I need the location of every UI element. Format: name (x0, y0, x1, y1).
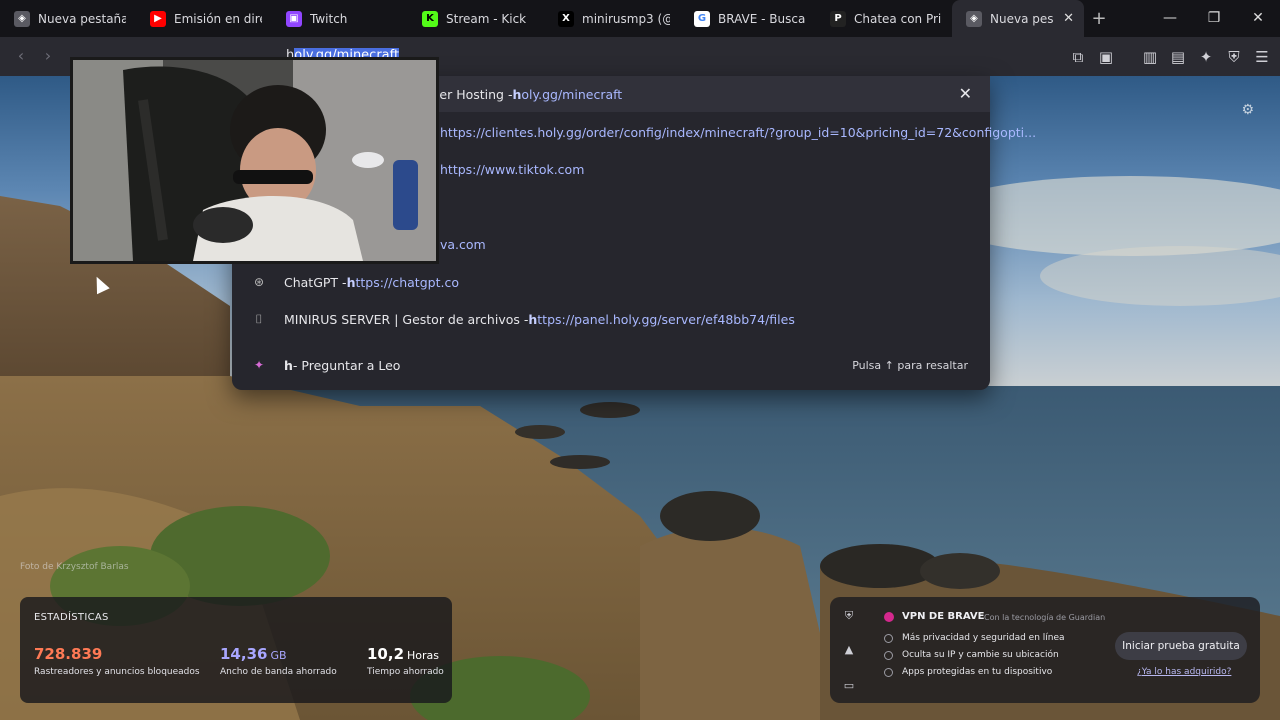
kick-icon: K (422, 10, 438, 27)
vpn-logo-icon (884, 611, 894, 622)
back-icon[interactable]: ‹ (11, 46, 31, 66)
youtube-icon: ▶ (150, 10, 166, 27)
start-trial-button[interactable]: Iniciar prueba gratuita (1115, 632, 1247, 660)
stat-bandwidth: 14,36 GB Ancho de banda ahorrado (220, 645, 337, 677)
tab-label: Twitch (310, 11, 348, 26)
twitch-icon: ▣ (286, 10, 302, 27)
stat-time-unit: Horas (407, 649, 440, 662)
tab-label: BRAVE - Buscar co (718, 11, 806, 26)
suggestion-url: https://www.tiktok.com (440, 161, 585, 177)
photo-credit[interactable]: Foto de Krzysztof Barlas (20, 562, 129, 572)
stat-trackers-caption: Rastreadores y anuncios bloqueados (34, 667, 200, 677)
suggestion-prefix: MINIRUS SERVER | Gestor de archivos - (284, 311, 529, 327)
stat-time-caption: Tiempo ahorrado (367, 667, 444, 677)
tab-label: Emisión en directo (174, 11, 262, 26)
wallet-icon[interactable]: ▤ (1168, 47, 1188, 67)
vpn-shield-icon[interactable]: ⛨ (1224, 47, 1244, 67)
vpn-title: VPN DE BRAVE (884, 611, 985, 622)
tab-label: Nueva pestaña (38, 11, 126, 26)
suggestion-row[interactable]: ⊛ ChatGPT - https://chatgpt.co (232, 264, 990, 300)
tab-kick[interactable]: K Stream - Kick (408, 0, 544, 37)
vpn-feature-text: Más privacidad y seguridad en línea (902, 633, 1065, 643)
tab-google[interactable]: G BRAVE - Buscar co (680, 0, 816, 37)
suggestion-url: oly.gg/minecraft (521, 86, 623, 102)
customize-gear-icon[interactable]: ⚙ (1241, 102, 1254, 118)
leo-suggestion-row[interactable]: ✦ h - Preguntar a Leo Pulsa ↑ para resal… (232, 347, 990, 383)
tab-label: Chatea con Prime (854, 11, 942, 26)
webcam-overlay (70, 57, 439, 264)
stat-bandwidth-unit: GB (270, 649, 287, 662)
leo-icon[interactable]: ✦ (1196, 47, 1216, 67)
tab-bar: ◈ Nueva pestaña ▶ Emisión en directo ▣ T… (0, 0, 1280, 37)
suggestion-url: ttps://chatgpt.co (355, 274, 459, 290)
screenshot-icon[interactable]: ▣ (1096, 47, 1116, 67)
tab-prime[interactable]: P Chatea con Prime (816, 0, 952, 37)
tab-new-tab-active[interactable]: ◈ Nueva pestañ ✕ (952, 0, 1084, 37)
brave-shield-icon: ◈ (966, 10, 982, 27)
new-tab-plus-icon[interactable]: + (1084, 8, 1114, 29)
vpn-title-text: VPN DE BRAVE (902, 611, 985, 622)
toolbar-icons: ⧉ ▣ ▥ ▤ ✦ ⛨ ☰ (1068, 37, 1272, 76)
extensions-icon[interactable]: ⧉ (1068, 47, 1088, 67)
suggestion-url: va.com (440, 236, 486, 252)
sidebar-icon[interactable]: ▥ (1140, 47, 1160, 67)
suggestion-url: https://clientes.holy.gg/order/config/in… (440, 124, 1037, 140)
tab-new-tab-1[interactable]: ◈ Nueva pestaña (0, 0, 136, 37)
close-tab-icon[interactable]: ✕ (1063, 11, 1074, 26)
tab-x[interactable]: X minirusmp3 (@m (544, 0, 680, 37)
suggestion-url: ttps://panel.holy.gg/server/ef48bb74/fil… (537, 311, 795, 327)
vpn-feature-text: Oculta su IP y cambie su ubicación (902, 650, 1059, 660)
stats-card: ESTADÍSTICAS 728.839 Rastreadores y anun… (20, 597, 452, 703)
x-icon: X (558, 10, 574, 27)
window-controls: — ❐ ✕ (1148, 0, 1280, 37)
vpn-card: ⛨ ▲ ▭ VPN DE BRAVE Con la tecnología de … (830, 597, 1260, 703)
menu-icon[interactable]: ☰ (1252, 47, 1272, 67)
leo-icon: ✦ (253, 358, 265, 372)
tab-twitch[interactable]: ▣ Twitch (272, 0, 408, 37)
vpn-feature-text: Apps protegidas en tu dispositivo (902, 667, 1053, 677)
close-window-icon[interactable]: ✕ (1236, 0, 1280, 37)
leo-label: - Preguntar a Leo (292, 357, 401, 373)
tab-youtube[interactable]: ▶ Emisión en directo (136, 0, 272, 37)
vpn-feature: Más privacidad y seguridad en línea (884, 633, 1065, 643)
minimize-icon[interactable]: — (1148, 0, 1192, 37)
suggestion-prefix: ChatGPT - (284, 274, 347, 290)
tab-label: minirusmp3 (@m (582, 11, 670, 26)
restore-icon[interactable]: ❐ (1192, 0, 1236, 37)
prime-icon: P (830, 10, 846, 27)
brave-shield-icon: ◈ (14, 10, 30, 27)
vpn-feature: Apps protegidas en tu dispositivo (884, 667, 1052, 677)
stat-trackers: 728.839 Rastreadores y anuncios bloquead… (34, 645, 200, 677)
shield-icon[interactable]: ⛨ (842, 609, 856, 623)
suggestion-prefix: ver Hosting - (432, 86, 513, 102)
stats-title: ESTADÍSTICAS (34, 612, 109, 623)
vpn-feature: Oculta su IP y cambie su ubicación (884, 650, 1059, 660)
stat-bandwidth-caption: Ancho de banda ahorrado (220, 667, 337, 677)
tab-label: Nueva pestañ (990, 11, 1054, 26)
tab-label: Stream - Kick (446, 11, 527, 26)
stat-time: 10,2 Horas Tiempo ahorrado (367, 645, 444, 677)
suggestion-url-bold: h (528, 311, 538, 327)
already-purchased-link[interactable]: ¿Ya lo has adquirido? (1137, 667, 1231, 677)
vpn-subtitle: Con la tecnología de Guardian (984, 613, 1106, 622)
stat-time-value: 10,2 (367, 645, 405, 663)
card-switcher: ⛨ ▲ ▭ (830, 597, 866, 703)
leo-hint: Pulsa ↑ para resaltar (852, 358, 968, 372)
media-icon[interactable]: ▭ (842, 679, 856, 693)
check-icon (884, 633, 893, 643)
suggestion-row[interactable]: ⌷ MINIRUS SERVER | Gestor de archivos - … (232, 301, 990, 337)
forward-icon[interactable]: › (38, 46, 58, 66)
stat-trackers-value: 728.839 (34, 645, 103, 663)
openai-icon: ⊛ (253, 275, 265, 289)
stat-bandwidth-value: 14,36 (220, 645, 268, 663)
alert-triangle-icon[interactable]: ▲ (842, 643, 856, 657)
check-icon (884, 650, 893, 660)
close-suggestion-icon[interactable]: ✕ (959, 84, 972, 103)
check-icon (884, 667, 893, 677)
google-icon: G (694, 10, 710, 27)
bookmark-icon: ⌷ (255, 311, 263, 326)
leo-query: h (284, 357, 293, 373)
